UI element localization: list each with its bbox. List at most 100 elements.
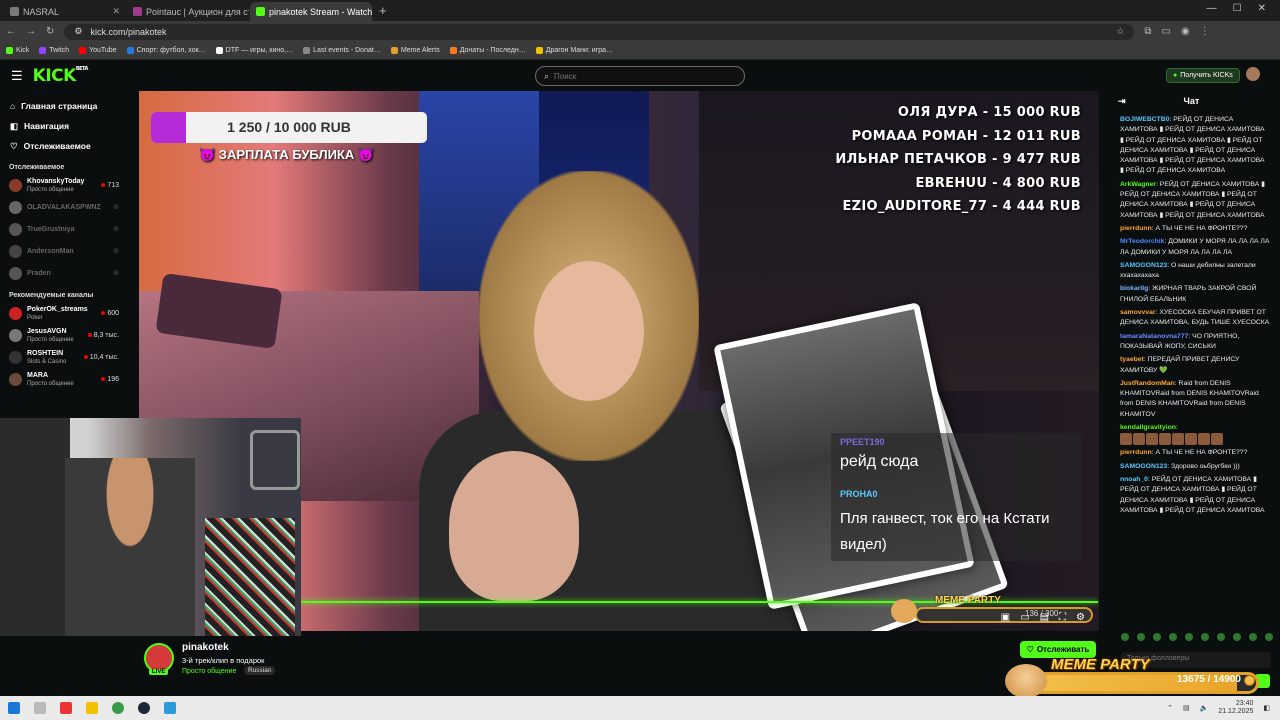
followed-channel[interactable]: AndersonMan ⊘ <box>0 240 128 262</box>
chat-username[interactable]: tyaebet <box>1120 356 1144 363</box>
site-info-icon[interactable]: ⚙ <box>74 26 82 37</box>
bookmark-favicon <box>126 47 134 54</box>
search-input[interactable] <box>554 71 735 81</box>
get-kicks-button[interactable]: ● Получить KICKs <box>1166 68 1240 83</box>
streamer-name[interactable]: pinakotek <box>182 642 229 653</box>
emote-icon[interactable] <box>1137 633 1145 641</box>
chat-username[interactable]: samovvvar <box>1120 309 1156 316</box>
sidepanel-icon[interactable]: ▭ <box>1162 26 1171 37</box>
recommended-channel[interactable]: MARA Просто общение 196 <box>0 368 128 390</box>
emote-icon[interactable] <box>1121 633 1129 641</box>
windows-start-icon[interactable] <box>8 702 20 714</box>
app-icon[interactable] <box>164 702 176 714</box>
browser-tab-1[interactable]: Pointauc | Аукцион для стрим…✕ <box>127 2 249 21</box>
bookmark-item[interactable]: YouTube <box>79 47 117 54</box>
bookmark-item[interactable]: Last events - Donat… <box>303 47 381 54</box>
emote-icon[interactable] <box>1233 633 1241 641</box>
minimize-icon[interactable]: — <box>1207 3 1217 14</box>
recommended-channel[interactable]: JesusAVGN Просто общение 8,3 тыс. <box>0 324 128 346</box>
profile-icon[interactable]: ◉ <box>1181 26 1190 37</box>
bookmark-item[interactable]: Драгон Мани: игра… <box>535 47 613 54</box>
menu-icon[interactable]: ⋮ <box>1200 26 1210 37</box>
emote-icon[interactable] <box>1185 633 1193 641</box>
maximize-icon[interactable]: ☐ <box>1233 3 1242 14</box>
chat-message: JustRandomMan: Raid from DENIS KHAMITOVR… <box>1120 379 1259 418</box>
hamburger-menu-icon[interactable]: ☰ <box>11 68 23 84</box>
chat-username[interactable]: BOJIWEBCTB0 <box>1120 116 1169 123</box>
recommended-list: PokerOK_streams Poker 600 JesusAVGN Просто о… <box>0 302 128 390</box>
chat-username[interactable]: nnoah_0 <box>1120 476 1148 483</box>
kick-logo[interactable]: KICKBETA <box>33 66 89 86</box>
user-avatar[interactable] <box>1246 67 1260 81</box>
followed-channel[interactable]: KhovanskyToday Просто общение 713 <box>0 174 128 196</box>
new-tab-icon[interactable]: + <box>379 3 387 18</box>
chrome-icon[interactable] <box>112 702 124 714</box>
search-box[interactable]: ⌕ <box>535 66 745 86</box>
steam-icon[interactable] <box>138 702 150 714</box>
url-field[interactable]: ⚙ kick.com/pinakotek ☆ <box>64 23 1135 40</box>
back-icon[interactable]: ← <box>6 26 16 37</box>
bookmark-item[interactable]: Спорт: футбол, хок… <box>126 47 206 54</box>
chat-username[interactable]: kendallgravityion <box>1120 424 1176 431</box>
nav-label: Навигация <box>24 121 70 131</box>
collapse-chat-icon[interactable]: ⇥ <box>1118 96 1126 107</box>
chat-username[interactable]: SAMOGON123 <box>1120 262 1167 269</box>
followed-channel[interactable]: TrueGrustniya ⊘ <box>0 218 128 240</box>
bookmark-label: Спорт: футбол, хок… <box>136 47 206 54</box>
emote-icon[interactable] <box>1201 633 1209 641</box>
bookmark-item[interactable]: DTF — игры, кино,… <box>215 47 293 54</box>
chat-username[interactable]: biokarilg <box>1120 285 1148 292</box>
chat-message: ArkWagner: РЕЙД ОТ ДЕНИСА ХАМИТОВА ▮ РЕЙ… <box>1120 180 1265 219</box>
chat-username[interactable]: MrTeodorchik <box>1120 238 1164 245</box>
emote-icon[interactable] <box>1153 633 1161 641</box>
nav-browse[interactable]: ◧ Навигация <box>10 116 118 136</box>
close-window-icon[interactable]: ✕ <box>1258 3 1266 14</box>
chat-username[interactable]: SAMOGON123 <box>1120 463 1167 470</box>
network-icon[interactable]: ▤ <box>1183 704 1190 712</box>
clock[interactable]: 23:40 21.12.2025 <box>1218 700 1253 716</box>
browser-tab-0[interactable]: NASRAL ✕ <box>4 2 126 21</box>
chat-username[interactable]: pierrdunn <box>1120 449 1152 456</box>
bookmark-item[interactable]: Meme Alerts <box>390 47 440 54</box>
extensions-icon[interactable]: ⧉ <box>1144 26 1151 37</box>
emote-icon[interactable] <box>1249 633 1257 641</box>
chevron-up-icon[interactable]: ⌃ <box>1167 704 1173 712</box>
emote-icon[interactable] <box>1217 633 1225 641</box>
emote-icon[interactable] <box>1169 633 1177 641</box>
chat-username[interactable]: JustRandomMan <box>1120 380 1175 387</box>
chat-username[interactable]: tamaraNatanovna777 <box>1120 333 1188 340</box>
file-explorer-icon[interactable] <box>86 702 98 714</box>
yandex-browser-icon[interactable] <box>60 702 72 714</box>
bookmark-item[interactable]: Донаты - Последн… <box>449 47 526 54</box>
fullscreen-icon[interactable]: ⛶ <box>1059 612 1066 623</box>
emote-icon[interactable] <box>1265 633 1273 641</box>
search-taskbar-icon[interactable] <box>34 702 46 714</box>
recommended-channel[interactable]: ROSHTEIN Slots & Casino 10,4 тыс. <box>0 346 128 368</box>
chat-message: MrTeodorchik: ДОМИКИ У МОРЯ ЛА ЛА ЛА ЛА … <box>1120 238 1270 256</box>
followed-channel[interactable]: OLADVALAKASPWNZ ⊘ <box>0 196 128 218</box>
volume-icon[interactable]: 🔈 <box>1200 704 1209 712</box>
chat-messages: BOJIWEBCTB0: РЕЙД ОТ ДЕНИСА ХАМИТОВА ▮ Р… <box>1110 111 1280 516</box>
bookmark-label: Донаты - Последн… <box>459 47 526 54</box>
bookmark-star-icon[interactable]: ☆ <box>1116 26 1124 37</box>
settings-icon[interactable]: ⚙ <box>1076 612 1085 623</box>
nav-home[interactable]: ⌂ Главная страница <box>10 96 118 116</box>
chat-username[interactable]: ArkWagner <box>1120 181 1156 188</box>
followed-channel[interactable]: Praden ⊘ <box>0 262 128 284</box>
stream-category[interactable]: Просто общение <box>182 668 236 675</box>
recommended-channel[interactable]: PokerOK_streams Poker 600 <box>0 302 128 324</box>
forward-icon[interactable]: → <box>26 26 36 37</box>
clip-icon[interactable]: ▤ <box>1040 612 1049 623</box>
language-tag[interactable]: Russian <box>244 666 276 675</box>
pip-icon[interactable]: ▣ <box>1001 612 1010 623</box>
bookmark-item[interactable]: Twitch <box>39 47 69 54</box>
bookmark-item[interactable]: Kick <box>6 47 29 54</box>
notification-icon[interactable]: ◧ <box>1263 704 1270 712</box>
heart-icon: ♡ <box>10 140 18 151</box>
reload-icon[interactable]: ↻ <box>46 26 54 37</box>
browser-tab-2[interactable]: pinakotek Stream - Watch✕ <box>250 2 372 21</box>
theater-icon[interactable]: ▭ <box>1020 612 1029 623</box>
chat-username[interactable]: pierrdunn <box>1120 225 1152 232</box>
nav-following[interactable]: ♡ Отслеживаемое <box>10 136 118 156</box>
close-icon[interactable]: ✕ <box>112 6 120 17</box>
